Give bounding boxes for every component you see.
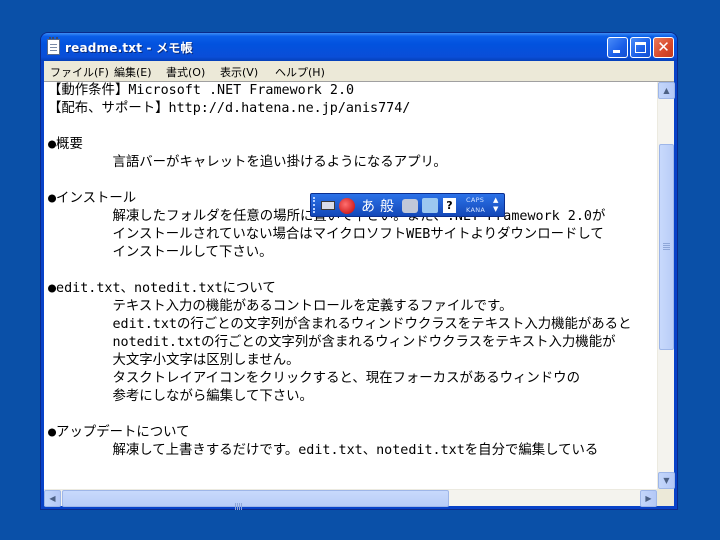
keyboard-icon[interactable] [321, 201, 335, 210]
close-icon: ✕ [657, 38, 670, 56]
scroll-right-button[interactable]: ▶ [640, 490, 657, 507]
caps-kana-indicator: CAPS KANA [466, 195, 485, 215]
arrow-left-icon: ◀ [49, 494, 56, 503]
text-line: ●アップデートについて [48, 425, 190, 440]
tools-icon[interactable] [402, 199, 418, 213]
vertical-scroll-thumb[interactable] [659, 144, 674, 350]
chevron-up-icon: ▲ [493, 196, 499, 204]
maximize-button[interactable] [630, 37, 651, 58]
grip-icon [663, 243, 670, 251]
text-line: notedit.txtの行ごとの文字列が含まれるウィンドウクラスをテキスト入力機… [48, 335, 616, 350]
options-button[interactable]: ▲ ▼ [493, 196, 498, 214]
scroll-left-button[interactable]: ◀ [44, 490, 61, 507]
arrow-up-icon: ▲ [663, 86, 670, 95]
notepad-window: readme.txt - メモ帳 ✕ ファイル(F) 編集(E) 書式(O) 表… [40, 32, 678, 510]
editor-area: 【動作条件】Microsoft .NET Framework 2.0 【配布、サ… [44, 81, 675, 510]
pad-icon[interactable] [422, 198, 438, 213]
arrow-right-icon: ▶ [645, 494, 652, 503]
caps-label: CAPS [466, 196, 485, 204]
vertical-scrollbar[interactable]: ▲ ▼ [657, 82, 675, 489]
text-line: ●概要 [48, 137, 83, 152]
menu-help[interactable]: ヘルプ(H) [275, 64, 325, 80]
text-line: インストールされていない場合はマイクロソフトWEBサイトよりダウンロードして [48, 227, 604, 242]
text-line: 解凍して上書きするだけです。edit.txt、notedit.txtを自分で編集… [48, 443, 599, 458]
text-line: インストールして下さい。 [48, 245, 273, 260]
menu-format[interactable]: 書式(O) [166, 64, 205, 80]
minimize-icon [613, 50, 620, 53]
text-line: 言語バーがキャレットを追い掛けるようになるアプリ。 [48, 155, 447, 170]
menu-bar: ファイル(F) 編集(E) 書式(O) 表示(V) ヘルプ(H) [44, 61, 674, 81]
arrow-down-icon: ▼ [663, 476, 670, 485]
text-line: edit.txtの行ごとの文字列が含まれるウィンドウクラスをテキスト入力機能があ… [48, 317, 632, 332]
text-line: ●インストール [48, 191, 137, 206]
text-line: 【動作条件】Microsoft .NET Framework 2.0 [48, 83, 355, 98]
grip-icon [235, 495, 243, 510]
kana-label: KANA [466, 206, 486, 214]
minimize-button[interactable] [607, 37, 628, 58]
menu-edit[interactable]: 編集(E) [114, 64, 152, 80]
window-title: readme.txt - メモ帳 [65, 41, 193, 55]
scroll-up-button[interactable]: ▲ [658, 82, 675, 99]
title-bar[interactable]: readme.txt - メモ帳 ✕ [41, 33, 677, 61]
size-grip[interactable] [657, 489, 674, 506]
chevron-down-icon: ▼ [493, 205, 499, 213]
horizontal-scrollbar[interactable]: ◀ ▶ [44, 489, 657, 510]
scroll-down-button[interactable]: ▼ [658, 472, 675, 489]
text-line: タスクトレイアイコンをクリックすると、現在フォーカスがあるウィンドウの [48, 371, 580, 386]
text-line: ●edit.txt、notedit.txtについて [48, 281, 276, 296]
input-mode-button[interactable]: あ [361, 196, 375, 216]
notepad-icon[interactable] [47, 37, 60, 55]
maximize-icon [635, 42, 646, 53]
text-line: テキスト入力の機能があるコントロールを定義するファイルです。 [48, 299, 513, 314]
text-editor[interactable]: 【動作条件】Microsoft .NET Framework 2.0 【配布、サ… [44, 82, 657, 487]
help-icon[interactable]: ? [443, 198, 456, 213]
text-line: 【配布、サポート】http://d.hatena.ne.jp/anis774/ [48, 101, 411, 116]
language-bar[interactable]: あ 般 ? CAPS KANA ▲ ▼ [310, 193, 505, 217]
menu-file[interactable]: ファイル(F) [50, 64, 109, 80]
text-line: 大文字小文字は区別しません。 [48, 353, 300, 368]
horizontal-scroll-thumb[interactable] [62, 490, 449, 510]
text-line: 参考にしながら編集して下さい。 [48, 389, 313, 404]
drag-handle-icon[interactable] [313, 197, 318, 213]
ime-ball-icon[interactable] [339, 198, 355, 214]
close-button[interactable]: ✕ [653, 37, 674, 58]
conversion-mode-button[interactable]: 般 [380, 196, 394, 216]
menu-view[interactable]: 表示(V) [220, 64, 258, 80]
